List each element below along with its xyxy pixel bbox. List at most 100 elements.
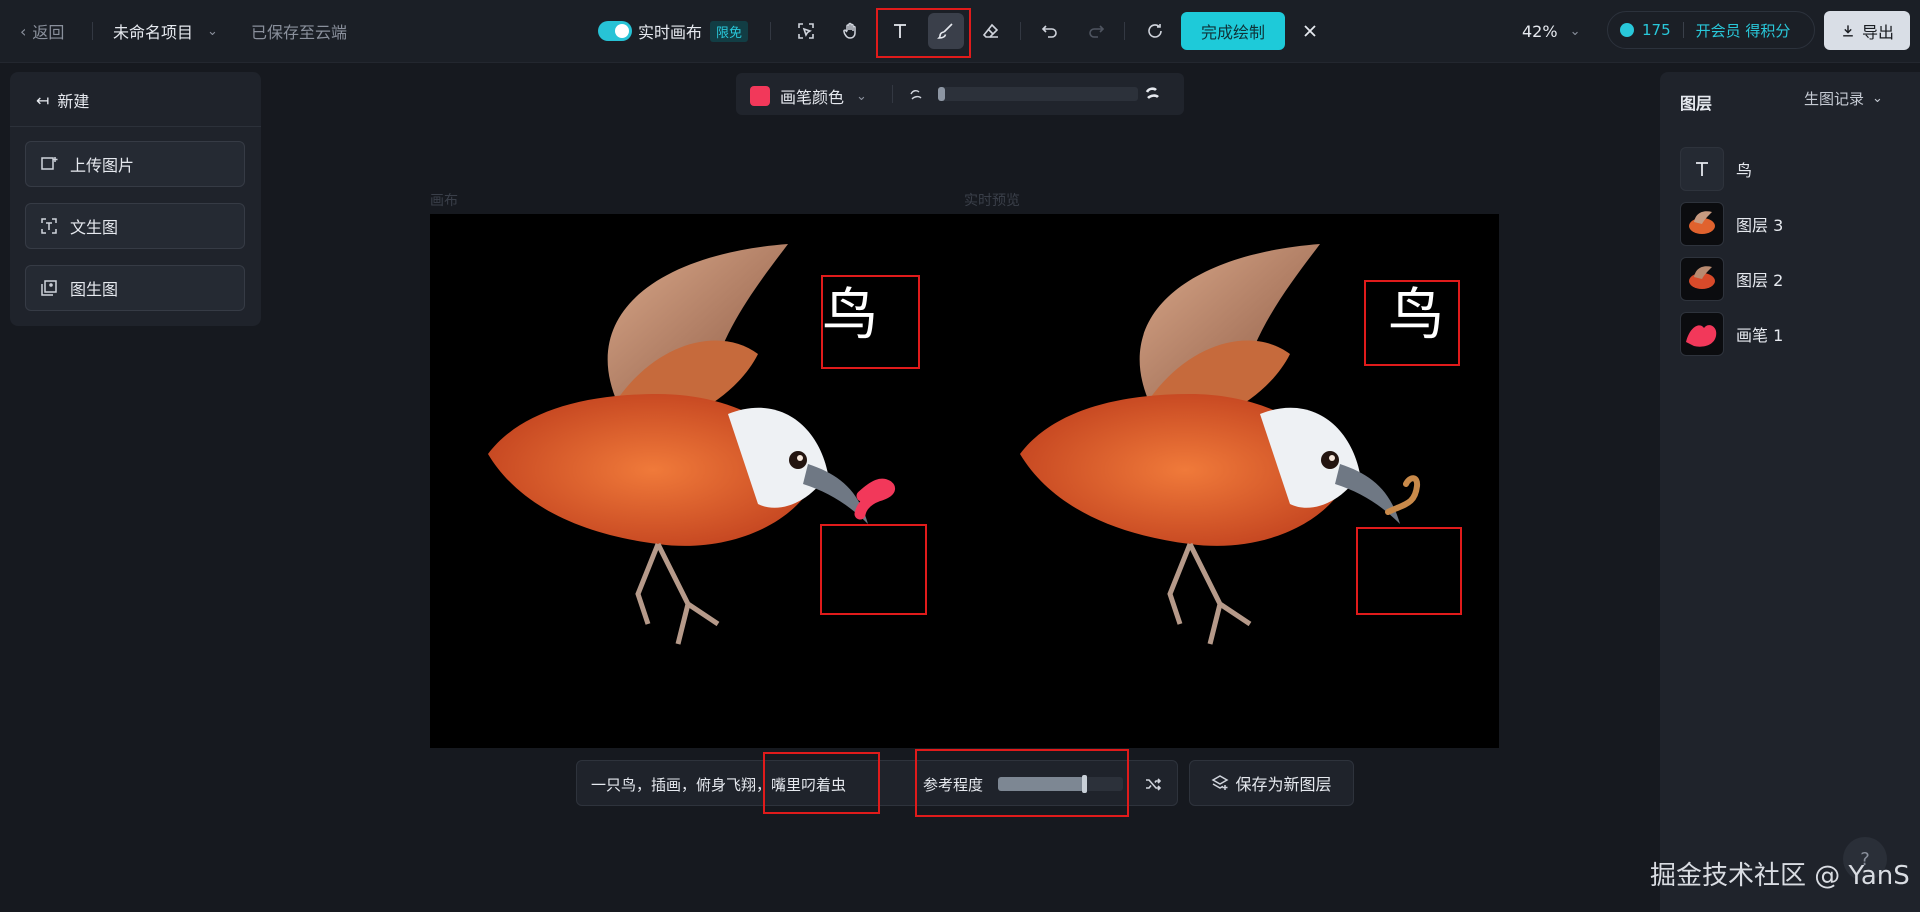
preview-label: 实时预览 [964,193,1020,209]
divider [1682,22,1684,38]
brush-toolbar: 画笔颜色 ⌄ [736,73,1184,115]
layer-item[interactable]: 画笔 1 [1680,311,1900,357]
refresh-icon [1148,24,1162,38]
divider [10,126,261,127]
chevron-left-icon: ‹ [20,21,27,41]
upload-image-label: 上传图片 [70,156,135,175]
layer-thumbnail [1680,202,1724,246]
divider [892,85,893,103]
history-dropdown[interactable]: 生图记录 ⌄ [1804,88,1883,109]
zoom-dropdown[interactable]: 42% ⌄ [1522,0,1580,62]
brush-color-label: 画笔颜色 [780,88,845,107]
close-button[interactable] [1292,13,1328,49]
highlight-box-text-left [821,275,920,369]
chevron-down-icon: ⌄ [856,88,867,104]
text-to-image-button[interactable]: 文生图 [25,203,245,249]
layer-name: 鸟 [1736,161,1753,180]
undo-icon [1041,25,1057,38]
close-icon [1304,25,1316,37]
download-icon [1843,24,1853,37]
realtime-label: 实时画布 [638,23,703,42]
eraser-icon [982,23,999,38]
project-name-dropdown[interactable]: 未命名项目 ⌄ [113,0,218,62]
slider-handle[interactable] [938,87,945,101]
worm-render [1385,475,1421,515]
save-as-new-layer-label: 保存为新图层 [1235,775,1332,794]
layer-thumbnail [1680,257,1724,301]
layer-name: 画笔 1 [1736,326,1784,345]
select-icon [798,23,814,39]
save-as-new-layer-button[interactable]: 保存为新图层 [1189,760,1354,806]
undo-button[interactable] [1032,13,1068,49]
credit-count: 175 [1642,21,1671,39]
image-to-image-label: 图生图 [70,280,119,299]
highlight-box-worm-right [1356,527,1462,615]
new-button[interactable]: ↤ 新建 [36,86,89,114]
thick-brush-icon [1145,87,1159,99]
layers-panel: 图层 生图记录 ⌄ 鸟 图层 3 图层 2 画笔 1 [1660,72,1920,912]
refresh-button[interactable] [1137,13,1173,49]
canvas-artwork: 鸟 鸟 [430,214,1444,748]
save-status: 已保存至云端 [251,23,348,42]
canvas-label: 画布 [430,193,458,209]
new-label: 新建 [57,92,90,111]
free-tag: 限免 [710,20,749,42]
image-to-image-icon [41,280,57,296]
drawing-canvas[interactable]: 鸟 鸟 [430,214,1499,748]
bird-image-left [488,244,868,644]
select-tool-button[interactable] [788,13,824,49]
text-layer-icon [1680,147,1724,191]
image-to-image-button[interactable]: 图生图 [25,265,245,311]
upload-image-icon [41,157,58,170]
thin-brush-icon [910,89,922,100]
redo-button[interactable] [1078,13,1114,49]
brush-color-dropdown[interactable]: 画笔颜色 ⌄ [750,84,867,108]
export-label: 导出 [1861,22,1894,42]
project-name: 未命名项目 [113,23,194,42]
bird-image-right [1020,244,1400,644]
layers-title: 图层 [1680,94,1713,113]
redo-icon [1089,25,1105,38]
toggle-switch[interactable] [598,21,632,41]
credit-coin-icon [1620,23,1634,37]
back-label: 返回 [32,23,65,42]
top-toolbar: ‹ 返回 未命名项目 ⌄ 已保存至云端 实时画布 限免 完成绘制 42% ⌄ 1… [0,0,1920,63]
back-button[interactable]: ‹ 返回 [20,0,64,62]
watermark: 掘金技术社区 @ YanS [1650,861,1910,891]
text-to-image-icon [41,218,57,234]
layer-item[interactable]: 图层 3 [1680,201,1900,247]
brush-stroke [854,478,895,520]
layer-item[interactable]: 鸟 [1680,146,1900,192]
zoom-value: 42% [1522,21,1558,41]
brush-size-slider[interactable] [938,87,1138,101]
credits-pill[interactable]: 175 开会员 得积分 [1607,11,1815,49]
brush-layer-thumbnail [1680,312,1724,356]
tool-highlight-box [876,8,971,58]
hand-tool-button[interactable] [833,13,869,49]
left-panel: ↤ 新建 上传图片 文生图 图生图 [10,72,261,326]
layer-name: 图层 3 [1736,216,1784,235]
export-button[interactable]: 导出 [1824,11,1910,50]
finish-drawing-button[interactable]: 完成绘制 [1181,12,1285,50]
layer-name: 图层 2 [1736,271,1784,290]
arrow-left-icon: ↤ [36,90,50,110]
chevron-down-icon: ⌄ [207,23,218,39]
shuffle-icon[interactable] [1144,775,1162,793]
highlight-box-prompt [763,752,880,814]
hand-icon [843,22,856,39]
chevron-down-icon: ⌄ [1569,23,1581,39]
brush-color-swatch [750,86,770,106]
text-to-image-label: 文生图 [70,218,119,237]
upload-image-button[interactable]: 上传图片 [25,141,245,187]
highlight-box-reference [915,749,1129,817]
realtime-canvas-toggle[interactable]: 实时画布 限免 [598,0,749,62]
divider [92,22,93,40]
history-label: 生图记录 [1804,90,1865,108]
highlight-box-brush-left [820,524,927,615]
chevron-down-icon: ⌄ [1872,91,1883,106]
membership-link[interactable]: 开会员 得积分 [1696,20,1791,41]
eraser-tool-button[interactable] [973,13,1009,49]
layer-item[interactable]: 图层 2 [1680,256,1900,302]
highlight-box-text-right [1364,280,1460,366]
divider [1124,22,1125,40]
